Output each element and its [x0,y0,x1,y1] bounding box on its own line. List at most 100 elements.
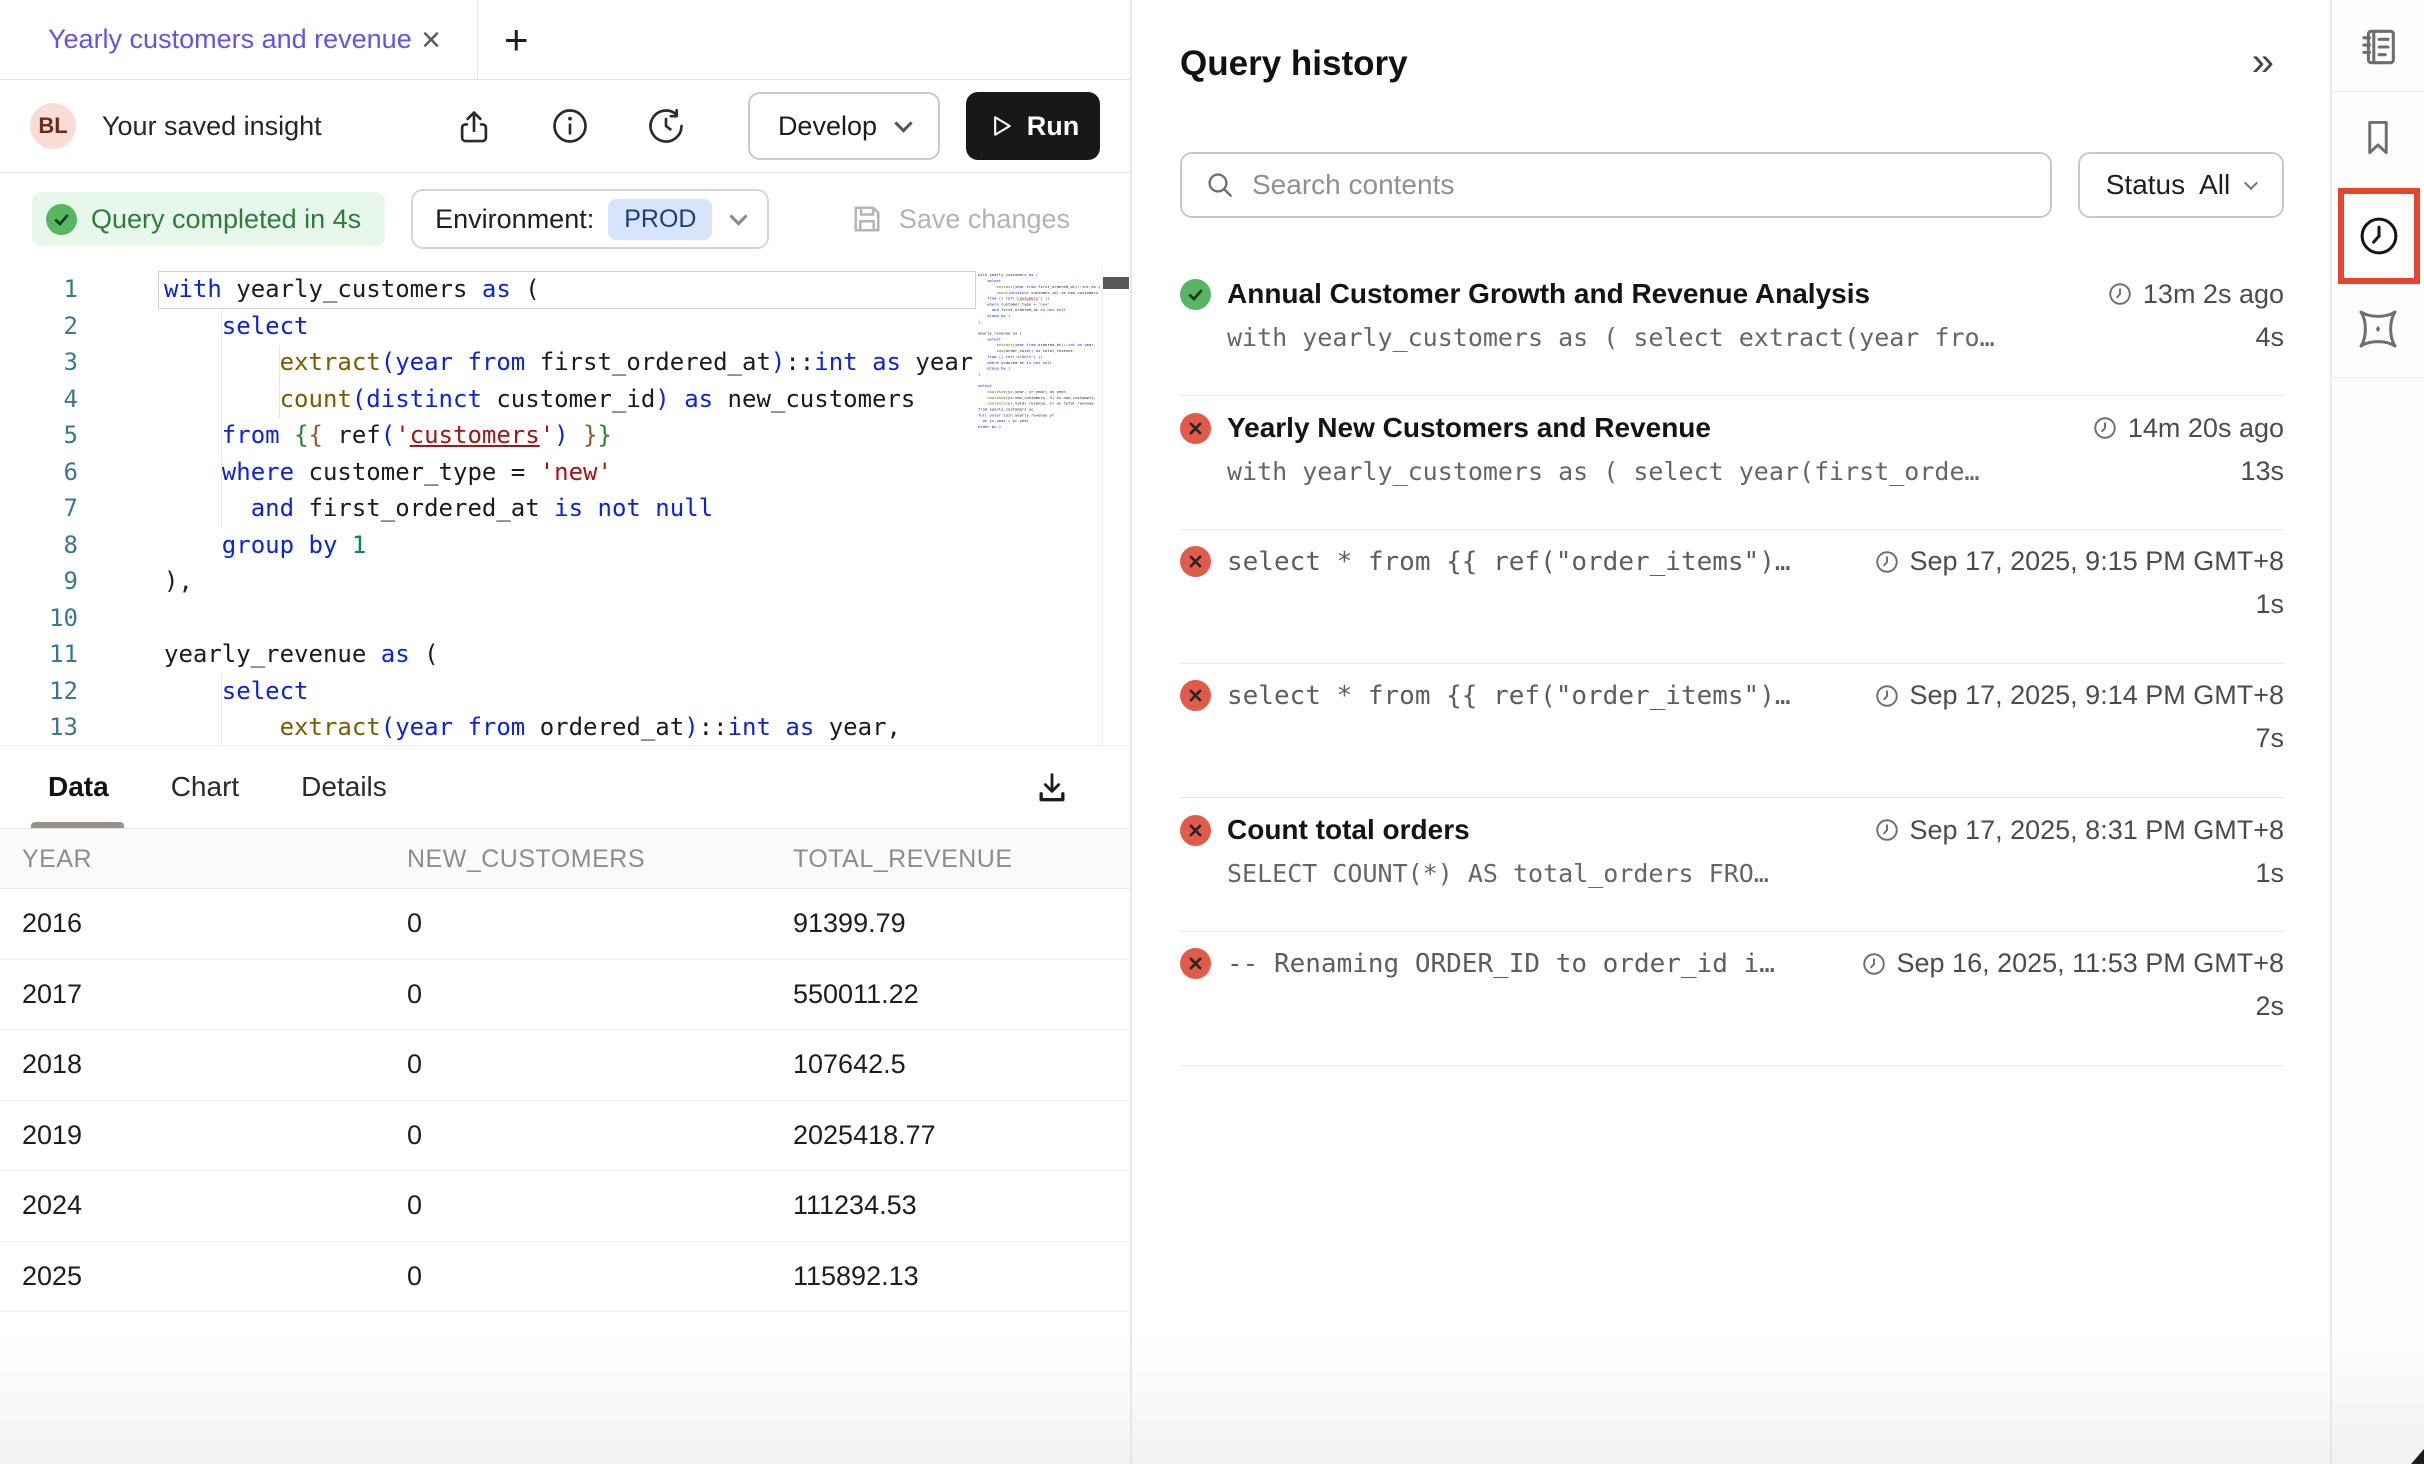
code-line: where customer_type = 'new' [164,454,988,491]
error-x-icon [1180,815,1211,846]
code-line: count(distinct customer_id) as new_custo… [164,381,988,418]
table-cell: 111234.53 [793,1190,1130,1221]
history-item-time: Sep 17, 2025, 8:31 PM GMT+8 [1874,815,2284,846]
history-item[interactable]: select * from {{ ref("order_items")… Sep… [1180,530,2284,664]
code-line: extract(year from ordered_at)::int as ye… [164,709,988,745]
status-filter-value: All [2199,169,2230,201]
history-item[interactable]: select * from {{ ref("order_items")… Sep… [1180,664,2284,798]
table-cell: 2025 [22,1261,407,1292]
table-cell: 0 [407,1190,793,1221]
table-cell: 2025418.77 [793,1120,1130,1151]
history-icon [646,106,686,146]
outline-list-icon [2355,24,2401,70]
tab-title: Yearly customers and revenue [48,24,412,55]
query-status-text: Query completed in 4s [91,204,361,235]
environment-label: Environment: [435,204,594,235]
download-button[interactable] [1030,766,1074,810]
editor-code[interactable]: with yearly_customers as ( select extrac… [164,271,988,745]
history-item-time: 13m 2s ago [2107,279,2284,310]
table-row: 2016091399.79 [0,889,1130,960]
clock-icon [1874,549,1900,575]
environment-selector[interactable]: Environment: PROD [411,189,769,249]
table-cell: 115892.13 [793,1261,1130,1292]
bookmark-icon [2356,116,2400,160]
develop-button[interactable]: Develop [748,92,940,160]
info-button[interactable] [548,104,592,148]
save-changes-label: Save changes [899,204,1070,235]
query-history-panel: Query history » Status All Annual Custom… [1132,0,2330,1464]
code-line: from {{ ref('customers') }} [164,417,988,454]
code-line: group by 1 [164,527,988,564]
success-check-icon [46,204,77,235]
right-icon-rail [2330,0,2424,1464]
compass-sparkle-icon [2354,305,2402,353]
results-tab-details[interactable]: Details [301,746,387,828]
table-cell: 107642.5 [793,1049,1130,1080]
history-item-duration: 1s [2255,589,2284,620]
line-number: 9 [0,563,78,600]
avatar: BL [30,103,76,149]
clock-icon [2107,281,2133,307]
chevron-down-icon [730,207,748,225]
column-header: NEW_CUSTOMERS [407,845,793,874]
app-window: Yearly customers and revenue × + BL Your… [0,0,2424,1464]
history-item[interactable]: Count total orders Sep 17, 2025, 8:31 PM… [1180,798,2284,932]
tab-yearly-customers[interactable]: Yearly customers and revenue × [0,0,478,79]
query-history-list: Annual Customer Growth and Revenue Analy… [1180,262,2284,1066]
line-number: 8 [0,527,78,564]
editor-gutter: 12345678910111213 [0,271,78,745]
panel-title: Query history [1180,44,1408,84]
bookmarks-button[interactable] [2356,116,2400,160]
search-box[interactable] [1180,152,2052,218]
rail-divider [2332,91,2424,92]
history-item-query-preview: with yearly_customers as ( select extrac… [1227,323,2235,352]
history-item-query-preview: SELECT COUNT(*) AS total_orders FRO… [1227,859,2235,888]
save-changes-button[interactable]: Save changes [849,201,1070,237]
history-item[interactable]: -- Renaming ORDER_ID to order_id i… Sep … [1180,932,2284,1066]
results-tab-data[interactable]: Data [48,746,109,828]
save-icon [849,201,885,237]
code-line: yearly_revenue as ( [164,636,988,673]
history-item-duration: 4s [2255,322,2284,353]
history-item-time: Sep 17, 2025, 9:14 PM GMT+8 [1874,680,2284,711]
scrollbar-thumb[interactable] [1103,277,1129,289]
line-number: 3 [0,344,78,381]
error-x-icon [1180,413,1211,444]
column-header: TOTAL_REVENUE [793,845,1130,874]
history-item-title: Annual Customer Growth and Revenue Analy… [1227,278,1870,310]
version-history-button[interactable] [644,104,688,148]
share-button[interactable] [452,104,496,148]
outline-list-button[interactable] [2355,24,2401,70]
table-cell: 2018 [22,1049,407,1080]
history-item[interactable]: Yearly New Customers and Revenue 14m 20s… [1180,396,2284,530]
editor-minimap[interactable]: with yearly_customers as ( select extrac… [978,272,1100,738]
new-tab-button[interactable]: + [504,19,529,61]
line-number: 2 [0,308,78,345]
history-item[interactable]: Annual Customer Growth and Revenue Analy… [1180,262,2284,396]
line-number: 13 [0,709,78,745]
table-cell: 0 [407,908,793,939]
table-cell: 550011.22 [793,979,1130,1010]
status-filter-dropdown[interactable]: Status All [2078,152,2284,218]
search-input[interactable] [1252,169,2050,201]
query-history-button-active[interactable] [2338,188,2420,284]
success-check-icon [1180,279,1211,310]
insight-toolbar: BL Your saved insight Develop Run [0,80,1130,173]
column-header: YEAR [22,845,407,874]
code-line [164,600,988,637]
error-x-icon [1180,546,1211,577]
table-cell: 2019 [22,1120,407,1151]
code-line: with yearly_customers as ( [164,271,988,308]
history-item-duration: 7s [2255,723,2284,754]
tab-close-icon[interactable]: × [421,23,441,57]
results-tab-chart[interactable]: Chart [171,746,239,828]
explore-button[interactable] [2354,305,2402,353]
run-button[interactable]: Run [966,92,1100,160]
table-cell: 0 [407,1261,793,1292]
clock-icon [1861,951,1887,977]
history-item-time: Sep 16, 2025, 11:53 PM GMT+8 [1861,948,2284,979]
collapse-panel-button[interactable]: » [2252,42,2274,82]
code-line: and first_ordered_at is not null [164,490,988,527]
sql-editor[interactable]: 12345678910111213 with yearly_customers … [0,265,1130,745]
line-number: 12 [0,673,78,710]
